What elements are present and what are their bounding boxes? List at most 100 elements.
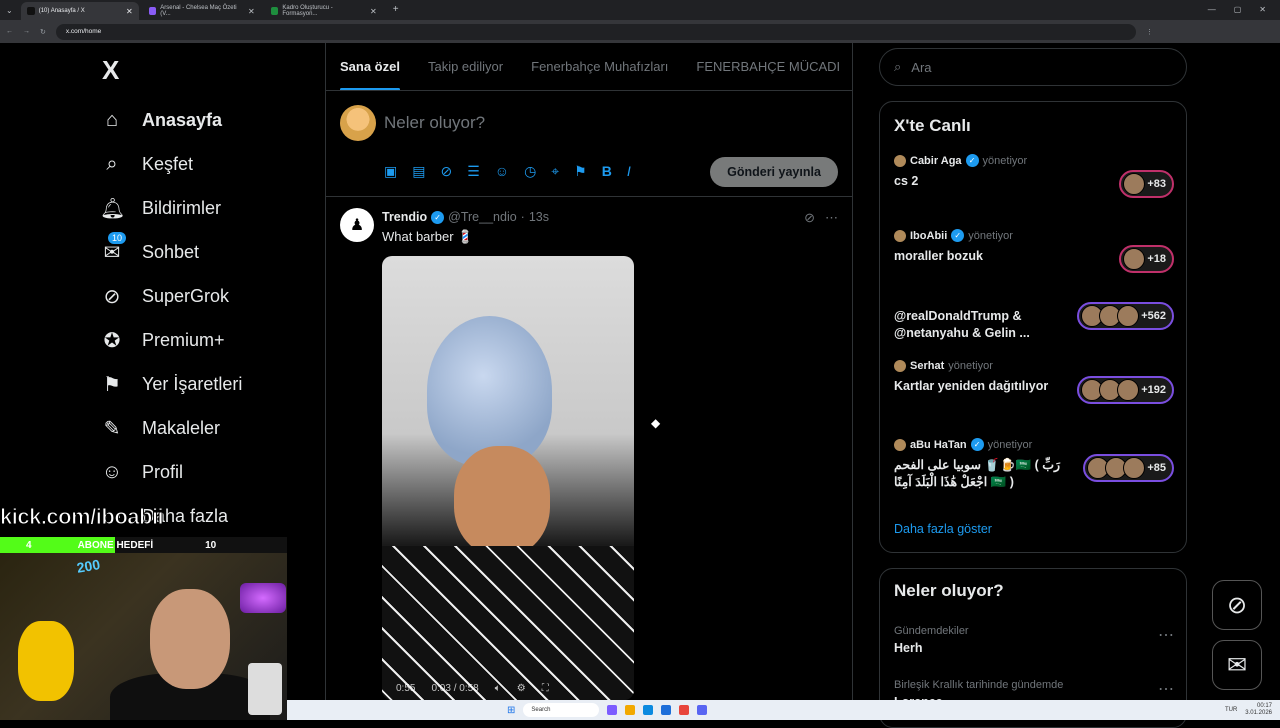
tab-close-icon[interactable]: ✕ (370, 7, 377, 16)
tweet-handle[interactable]: @Tre__ndio (448, 210, 517, 224)
show-more-link[interactable]: Daha fazla göster (894, 522, 992, 536)
more-icon[interactable]: ⋯ (825, 210, 838, 226)
listener-pill[interactable]: +18 (1119, 245, 1174, 273)
video-frame-cap (427, 316, 552, 466)
volume-icon[interactable]: 🔈︎ (495, 683, 501, 694)
tweet-header: Trendio ✓ @Tre__ndio · 13s (382, 210, 549, 224)
bell-icon: 🔔︎ (100, 197, 126, 220)
fullscreen-icon[interactable]: ⛶ (542, 683, 549, 694)
file-explorer-icon[interactable] (625, 705, 636, 715)
more-icon[interactable]: ⋯ (1158, 679, 1174, 699)
reload-icon[interactable]: ↻ (40, 28, 46, 36)
sidebar-item-mail[interactable]: ✉ 10 Sohbet (100, 231, 199, 267)
taskbar-search[interactable]: Search (523, 703, 600, 717)
edge-icon[interactable] (643, 705, 654, 715)
new-tab-button[interactable]: + (383, 4, 399, 20)
chrome-icon[interactable] (679, 705, 690, 715)
tab-feed[interactable]: Fenerbahçe Muhafızları (531, 59, 668, 74)
compose-input[interactable]: Neler oluyor? (384, 113, 485, 133)
tab-close-icon[interactable]: ✕ (126, 7, 133, 16)
italic-icon[interactable]: I (627, 163, 631, 180)
tweet-video[interactable]: 0:55 0:03 / 0:58 🔈︎ ⚙ ⛶ (382, 256, 634, 700)
settings-icon[interactable]: ⚙ (517, 683, 526, 694)
tray-clock[interactable]: 00:17 3.01.2026 (1245, 703, 1272, 717)
poll-icon[interactable]: ☰ (467, 163, 480, 180)
browser-tab[interactable]: (10) Anasayfa / X ✕ (20, 2, 139, 20)
verified-icon: ✓ (431, 210, 445, 224)
verified-icon: ✪ (103, 329, 121, 352)
bold-icon[interactable]: B (602, 163, 612, 180)
tweet[interactable]: ♟ Trendio ✓ @Tre__ndio · 13s ⊘ ⋯ What ba… (326, 198, 852, 700)
tray-lang[interactable]: TUR (1225, 707, 1237, 713)
feed-tabs: Sana özel Takip ediliyor Fenerbahçe Muhafı… (326, 43, 852, 91)
user-avatar[interactable] (340, 105, 376, 141)
forward-icon[interactable]: → (23, 28, 30, 35)
tweet-time[interactable]: 13s (529, 210, 549, 224)
video-controls: 0:55 0:03 / 0:58 🔈︎ ⚙ ⛶ (382, 683, 634, 694)
back-icon[interactable]: ← (6, 28, 13, 35)
grok-fab-icon[interactable]: ⊘ (1212, 580, 1262, 630)
live-item[interactable]: Cabir Aga ✓ yönetiyor cs 2 +83 (894, 154, 1174, 198)
live-host: aBu HaTan ✓ yönetiyor (894, 438, 1174, 451)
maximize-button[interactable]: ▢ (1234, 5, 1242, 14)
live-item[interactable]: @realDonaldTrump & @netanyahu & Gelin ..… (894, 302, 1174, 342)
close-window-button[interactable]: ✕ (1259, 5, 1266, 14)
windows-taskbar: ⊞ Search TUR 00:17 3.01.2026 (287, 700, 1280, 720)
sidebar-item-article[interactable]: ✎ Makaleler (100, 413, 220, 443)
browser-tab[interactable]: Kadro Oluşturucu - Formasyon... ✕ (265, 2, 383, 20)
search-input[interactable]: ⌕ Ara (879, 48, 1187, 86)
taskbar-app-icon[interactable] (607, 705, 618, 715)
listener-pill[interactable]: +192 (1077, 376, 1174, 404)
listener-pill[interactable]: +83 (1119, 170, 1174, 198)
flag-icon[interactable]: ⚑ (574, 163, 587, 180)
tab-menu-icon[interactable]: ⌄ (0, 6, 21, 20)
sub-goal-label: ABONE HEDEFİ (77, 539, 154, 551)
tab-close-icon[interactable]: ✕ (248, 7, 255, 16)
live-panel: X'te Canlı Cabir Aga ✓ yönetiyor cs 2 +83 Ibo… (879, 101, 1187, 553)
tab-feed[interactable]: Sana özel (340, 59, 400, 90)
listener-pill[interactable]: +562 (1077, 302, 1174, 330)
tab-feed[interactable]: FENERBAHÇE MÜCADI (696, 59, 840, 74)
tab-feed[interactable]: Takip ediliyor (428, 59, 503, 74)
listener-pill[interactable]: +85 (1083, 454, 1174, 482)
sidebar-item-verified[interactable]: ✪ Premium+ (100, 325, 225, 355)
tweet-avatar[interactable]: ♟ (340, 208, 374, 242)
grok-icon[interactable]: ⊘ (804, 210, 815, 226)
sidebar-item-grok[interactable]: ⊘ SuperGrok (100, 281, 229, 311)
more-icon[interactable]: ⋯ (1158, 625, 1174, 645)
host-name: IboAbii (910, 229, 948, 242)
location-icon[interactable]: ⌖ (551, 163, 559, 180)
listener-avatar (1123, 248, 1146, 270)
clock-date: 3.01.2026 (1245, 710, 1272, 716)
neon-sign (240, 583, 286, 613)
live-item[interactable]: Serhat yönetiyor Kartlar yeniden dağıtılıy… (894, 360, 1174, 404)
host-avatar (894, 438, 906, 451)
listener-count: +562 (1141, 310, 1166, 322)
live-host: Serhat yönetiyor (894, 360, 1174, 372)
start-icon[interactable]: ⊞ (507, 705, 515, 716)
schedule-icon[interactable]: ◷ (524, 163, 536, 180)
tweet-author-name[interactable]: Trendio (382, 210, 427, 224)
emoji-icon[interactable]: ☺ (495, 163, 509, 180)
sidebar-item-search[interactable]: ⌕ Keşfet (100, 149, 193, 179)
sidebar-item-bell[interactable]: 🔔︎ Bildirimler (100, 193, 221, 223)
gif-icon[interactable]: ▤ (412, 163, 425, 180)
sidebar-item-profile[interactable]: ☺ Profil (100, 457, 183, 487)
x-logo[interactable]: X (102, 55, 119, 86)
messages-fab-icon[interactable]: ✉ (1212, 640, 1262, 690)
extensions-icon[interactable]: ⋮ (1146, 28, 1153, 36)
video-time: 0:03 / 0:58 (431, 683, 479, 694)
post-button[interactable]: Gönderi yayınla (710, 157, 838, 187)
discord-icon[interactable] (697, 705, 708, 715)
grok-icon[interactable]: ⊘ (440, 163, 452, 180)
minimize-button[interactable]: — (1208, 5, 1216, 14)
store-icon[interactable] (661, 705, 672, 715)
browser-tab[interactable]: Arsenal - Chelsea Maç Özeti (V... ✕ (143, 2, 261, 20)
sidebar-item-home[interactable]: ⌂ Anasayfa (100, 105, 222, 135)
address-bar[interactable]: x.com/home (55, 23, 1136, 40)
sidebar-item-bookmark[interactable]: ⚑ Yer İşaretleri (100, 369, 242, 399)
trend-item[interactable]: Gündemdekiler Herh ⋯ (894, 625, 1174, 655)
image-icon[interactable]: ▣ (384, 163, 397, 180)
live-item[interactable]: IboAbii ✓ yönetiyor moraller bozuk +18 (894, 229, 1174, 273)
live-item[interactable]: aBu HaTan ✓ yönetiyor سوبيا على الفحم 🥤🍺🇸🇦 … (894, 438, 1174, 491)
